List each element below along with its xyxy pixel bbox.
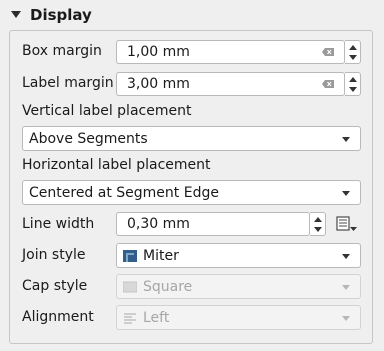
- box-margin-spin-arrows[interactable]: [345, 40, 361, 64]
- clear-icon[interactable]: [322, 80, 334, 88]
- alignment-combo[interactable]: Left: [116, 305, 361, 330]
- chevron-down-icon: [342, 316, 350, 321]
- chevron-down-icon: [342, 285, 350, 290]
- vertical-placement-label: Vertical label placement: [22, 103, 192, 119]
- vertical-placement-combo[interactable]: Above Segments: [22, 126, 361, 151]
- vertical-placement-value: Above Segments: [29, 131, 148, 147]
- display-section-header[interactable]: Display: [0, 0, 384, 30]
- line-width-label: Line width: [22, 216, 95, 232]
- label-margin-label: Label margin: [22, 75, 114, 91]
- square-cap-icon: [123, 281, 137, 293]
- label-margin-input[interactable]: 3,00 mm: [116, 72, 345, 96]
- horizontal-placement-value: Centered at Segment Edge: [29, 185, 219, 201]
- join-style-label: Join style: [22, 247, 86, 263]
- line-width-value: 0,30 mm: [127, 216, 190, 232]
- horizontal-placement-combo[interactable]: Centered at Segment Edge: [22, 180, 361, 205]
- line-width-spin-arrows[interactable]: [310, 212, 326, 236]
- cap-style-combo[interactable]: Square: [116, 274, 361, 299]
- clear-icon[interactable]: [322, 48, 334, 56]
- box-margin-input[interactable]: 1,00 mm: [116, 40, 345, 64]
- horizontal-placement-label: Horizontal label placement: [22, 157, 211, 173]
- cap-style-value: Square: [143, 279, 193, 295]
- cap-style-label: Cap style: [22, 278, 88, 294]
- spin-down-icon[interactable]: [349, 87, 357, 92]
- spin-up-icon[interactable]: [349, 45, 357, 50]
- data-defined-override-icon[interactable]: [335, 214, 359, 234]
- chevron-down-icon: [342, 254, 350, 259]
- miter-join-icon: [123, 250, 137, 262]
- align-left-icon: [124, 313, 136, 324]
- spin-down-icon[interactable]: [314, 227, 322, 232]
- label-margin-spin-arrows[interactable]: [345, 72, 361, 96]
- box-margin-value: 1,00 mm: [127, 44, 190, 60]
- label-margin-value: 3,00 mm: [127, 76, 190, 92]
- spin-down-icon[interactable]: [349, 55, 357, 60]
- chevron-down-icon: [342, 137, 350, 142]
- alignment-value: Left: [143, 310, 170, 326]
- join-style-value: Miter: [143, 248, 179, 264]
- join-style-combo[interactable]: Miter: [116, 243, 361, 268]
- section-title: Display: [30, 6, 92, 24]
- spin-up-icon[interactable]: [349, 77, 357, 82]
- collapse-triangle-icon[interactable]: [11, 11, 21, 18]
- spin-up-icon[interactable]: [314, 217, 322, 222]
- box-margin-label: Box margin: [22, 43, 102, 59]
- chevron-down-icon: [342, 191, 350, 196]
- alignment-label: Alignment: [22, 309, 94, 325]
- line-width-input[interactable]: 0,30 mm: [116, 212, 310, 236]
